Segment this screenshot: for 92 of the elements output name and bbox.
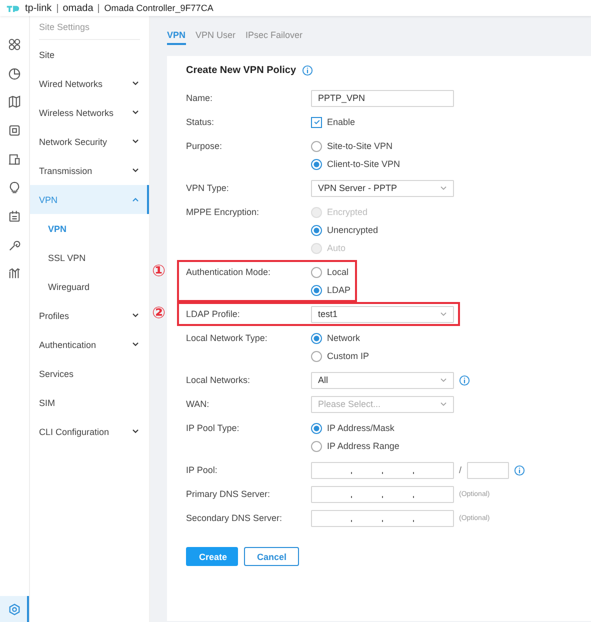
info-icon[interactable] — [514, 464, 525, 476]
chevron-icon — [132, 168, 139, 173]
sidebar-item[interactable]: Services — [30, 359, 149, 388]
caret-icon — [440, 378, 447, 382]
chevron-icon — [132, 313, 139, 318]
ip-address-field[interactable] — [311, 462, 454, 478]
wrench-icon — [8, 238, 21, 252]
step-marker: ① — [152, 262, 166, 280]
radio-label: Local — [327, 267, 349, 277]
radio-button[interactable] — [311, 284, 322, 296]
field-label: Local Networks: — [186, 374, 252, 386]
radio-label: Custom IP — [327, 351, 370, 361]
radio-button[interactable] — [311, 422, 322, 434]
check-icon — [312, 118, 320, 126]
sidebar-subitem[interactable]: SSL VPN — [30, 243, 149, 272]
field-label: IP Pool Type: — [186, 422, 240, 435]
chevron-icon — [132, 110, 139, 115]
caret-icon — [440, 312, 447, 316]
product-name: omada — [62, 2, 94, 14]
checkbox-label: Enable — [327, 117, 356, 127]
radio-button[interactable] — [311, 332, 322, 344]
field-label: Authentication Mode: — [186, 266, 272, 278]
field-label: LDAP Profile: — [186, 308, 241, 320]
square-icon — [8, 124, 21, 137]
sidebar-item[interactable]: Wireless Networks — [30, 98, 149, 127]
radio-button[interactable] — [311, 440, 322, 452]
sidebar-item[interactable]: Authentication — [30, 330, 149, 359]
sidebar-heading: Site Settings — [39, 22, 140, 40]
map-icon — [8, 95, 21, 108]
text-field[interactable]: PPTP_VPN — [311, 90, 454, 106]
device-icon — [8, 152, 21, 166]
radio-label: Encrypted — [327, 207, 368, 217]
sidebar-item[interactable]: Site — [30, 40, 149, 69]
radio-button[interactable] — [311, 140, 322, 152]
dropdown[interactable]: All — [311, 372, 454, 388]
bulb-icon — [8, 181, 21, 194]
field-label: WAN: — [186, 398, 210, 410]
ip-address-field[interactable] — [311, 486, 454, 502]
form-title: Create New VPN Policy — [186, 65, 296, 76]
radio-button[interactable] — [311, 266, 322, 278]
brand-name: tp-link — [25, 2, 52, 14]
sidebar-item[interactable]: Profiles — [30, 301, 149, 330]
pie-chart-icon — [8, 66, 21, 80]
info-icon[interactable] — [459, 374, 470, 386]
chart-icon — [8, 267, 21, 280]
radio-label: Auto — [327, 243, 346, 253]
radio-label: LDAP — [327, 285, 351, 295]
field-label: Name: — [186, 92, 214, 104]
radio-button[interactable] — [311, 158, 322, 170]
logo-icon — [6, 4, 20, 12]
radio-label: IP Address/Mask — [327, 423, 394, 433]
radio-label: Network — [327, 333, 360, 343]
info-icon[interactable] — [302, 65, 314, 76]
calendar-icon — [8, 210, 21, 223]
radio-label: Unencrypted — [327, 225, 378, 235]
field-label: VPN Type: — [186, 182, 230, 195]
step-marker: ② — [152, 304, 166, 322]
field-label: MPPE Encryption: — [186, 206, 260, 219]
field-label: Primary DNS Server: — [186, 488, 272, 501]
caret-icon — [440, 402, 447, 406]
grid-icon — [8, 38, 21, 51]
field-label: IP Pool: — [186, 464, 218, 476]
ip-address-field[interactable] — [311, 510, 454, 526]
field-label: Purpose: — [186, 140, 224, 153]
checkbox[interactable] — [311, 116, 322, 128]
radio-button[interactable] — [311, 224, 322, 236]
sidebar-item[interactable]: Transmission — [30, 156, 149, 185]
field-label: Status: — [186, 116, 216, 128]
settings-button[interactable] — [0, 596, 29, 622]
radio-label: Site-to-Site VPN — [327, 141, 393, 151]
chevron-icon — [132, 429, 139, 434]
chevron-icon — [132, 197, 139, 202]
radio-button[interactable] — [311, 350, 322, 362]
sidebar-item[interactable]: Wired Networks — [30, 69, 149, 98]
mask-field[interactable] — [466, 462, 509, 478]
controller-name: Omada Controller_9F77CA — [104, 3, 214, 13]
dropdown[interactable]: VPN Server - PPTP — [311, 180, 454, 196]
dropdown[interactable]: test1 — [311, 306, 454, 322]
chevron-icon — [132, 342, 139, 347]
settings-icon — [8, 602, 21, 616]
chevron-icon — [132, 139, 139, 144]
caret-icon — [440, 186, 447, 190]
sidebar-item[interactable]: Network Security — [30, 127, 149, 156]
sidebar-subitem[interactable]: Wireguard — [30, 272, 149, 301]
field-label: Secondary DNS Server: — [186, 512, 284, 525]
field-label: Local Network Type: — [186, 332, 268, 345]
sidebar-item[interactable]: SIM — [30, 388, 149, 417]
radio-label: Client-to-Site VPN — [327, 159, 400, 169]
chevron-icon — [132, 81, 139, 86]
separator: / — [459, 465, 462, 475]
sidebar-item[interactable]: CLI Configuration — [30, 417, 149, 446]
radio-label: IP Address Range — [327, 441, 400, 451]
